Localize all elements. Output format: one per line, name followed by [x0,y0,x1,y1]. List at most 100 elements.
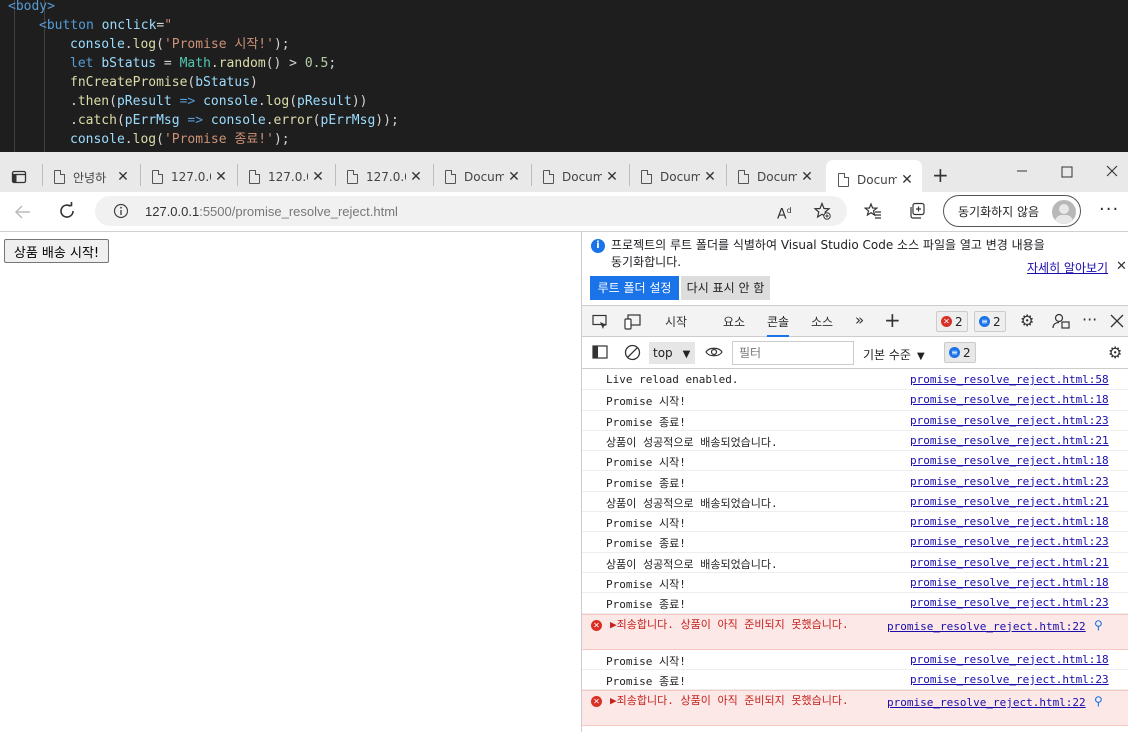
close-tab-icon[interactable]: ✕ [797,169,817,185]
code-line: <body> [8,0,55,14]
level-label: 기본 수준 [863,348,911,362]
dont-show-again-button[interactable]: 다시 표시 안 함 [681,276,770,300]
close-tab-icon[interactable]: ✕ [700,169,720,185]
start-shipping-button[interactable]: 상품 배송 시작! [4,239,109,263]
browser-tab[interactable]: 127.0.0✕ [335,163,429,191]
tab-console[interactable]: 콘솔 [767,313,790,337]
source-link[interactable]: promise_resolve_reject.html:18 [910,653,1109,666]
site-info-icon[interactable] [113,203,129,222]
close-tab-icon[interactable]: ✕ [308,169,328,185]
filter-input[interactable]: 필터 [732,341,854,365]
console-settings-icon[interactable]: ⚙ [1108,345,1122,361]
error-icon: ✕ [591,619,602,631]
read-aloud-icon[interactable]: Aⅾ [777,203,792,223]
refresh-icon[interactable] [58,202,76,223]
tab-sources[interactable]: 소스 [811,313,833,330]
browser-tab[interactable]: Docum ✕ [433,163,527,191]
tab-elements[interactable]: 요소 [723,313,745,330]
source-link[interactable]: promise_resolve_reject.html:18 [910,393,1109,406]
browser-tab[interactable]: 127.0.0✕ [140,163,234,191]
log-level-select[interactable]: 기본 수준 ▼ [863,346,925,363]
source-link[interactable]: promise_resolve_reject.html:22 [887,620,1086,633]
source-link[interactable]: promise_resolve_reject.html:18 [910,576,1109,589]
source-link[interactable]: promise_resolve_reject.html:18 [910,515,1109,528]
source-link[interactable]: promise_resolve_reject.html:21 [910,434,1109,447]
document-icon [838,173,849,187]
log-message[interactable]: ▶죄송합니다. 상품이 아직 준비되지 못했습니다. [610,694,878,707]
document-icon [543,170,554,184]
console-log-row: Promise 종료! promise_resolve_reject.html:2… [582,532,1128,553]
log-message: Live reload enabled. [606,373,739,386]
context-value: top [653,346,673,360]
more-tabs-icon[interactable]: » [855,311,864,329]
console-log-row: Live reload enabled. promise_resolve_reje… [582,370,1128,391]
message-count-badge[interactable]: ≡ 2 [974,311,1006,332]
error-count-badge[interactable]: ✕ 2 [936,311,968,332]
log-message[interactable]: ▶죄송합니다. 상품이 아직 준비되지 못했습니다. [610,618,878,631]
collections-icon[interactable] [908,202,926,223]
console-log[interactable]: Live reload enabled. promise_resolve_reje… [582,370,1128,732]
tab-title: Docum [660,170,700,184]
close-tab-icon[interactable]: ✕ [406,169,426,185]
sidebar-toggle-icon[interactable] [592,345,608,362]
source-link[interactable]: promise_resolve_reject.html:21 [910,495,1109,508]
add-favorite-icon[interactable] [813,201,831,223]
close-tab-icon[interactable]: ✕ [113,169,133,185]
source-link[interactable]: promise_resolve_reject.html:23 [910,535,1109,548]
live-expression-icon[interactable] [705,345,723,362]
code-line: console.log('Promise 시작!'); [70,37,290,52]
search-icon[interactable]: ⚲ [1094,618,1103,632]
devtools-panel: i 프로젝트의 루트 폴더를 식별하여 Visual Studio Code 소… [581,232,1128,732]
new-tab-icon[interactable]: + [932,165,949,185]
message-icon: ≡ [979,316,990,327]
device-emulation-icon[interactable] [624,314,641,333]
context-select[interactable]: top ▼ [649,342,695,364]
back-icon[interactable] [14,203,32,224]
document-icon [249,170,260,184]
close-devtools-icon[interactable] [1110,314,1124,331]
minimize-icon[interactable] [1016,164,1028,180]
feedback-icon[interactable] [1052,313,1070,332]
code-editor[interactable]: <body> <button onclick=" console.log('Prom… [0,0,1128,152]
log-message: Promise 종료! [606,476,686,490]
close-window-icon[interactable] [1106,164,1118,180]
customize-menu-icon[interactable]: ··· [1082,312,1097,328]
close-tab-icon[interactable]: ✕ [211,169,231,185]
code-line: <button onclick=" [39,18,173,33]
browser-tab[interactable]: 안녕하 ✕ [42,163,136,191]
source-link[interactable]: promise_resolve_reject.html:23 [910,596,1109,609]
tab-welcome[interactable]: 시작 [665,313,687,330]
tab-title: 127.0.0 [171,170,211,184]
search-icon[interactable]: ⚲ [1094,694,1103,708]
close-tab-icon[interactable]: ✕ [897,172,917,188]
add-tool-icon[interactable]: + [884,308,901,332]
tab-actions-icon[interactable] [11,169,27,188]
source-link[interactable]: promise_resolve_reject.html:23 [910,673,1109,686]
source-link[interactable]: promise_resolve_reject.html:21 [910,556,1109,569]
browser-tab[interactable]: Docum ✕ [726,163,820,191]
clear-console-icon[interactable] [624,344,641,364]
more-menu-icon[interactable]: ··· [1099,201,1119,219]
close-tab-icon[interactable]: ✕ [602,169,622,185]
sync-profile-button[interactable]: 동기화하지 않음 [943,195,1081,227]
browser-tab[interactable]: Docum ✕ [531,163,625,191]
log-message: Promise 시작! [606,517,686,531]
maximize-icon[interactable] [1061,165,1073,181]
console-log-row: 상품이 성공적으로 배송되었습니다. promise_resolve_reject… [582,553,1128,573]
close-banner-icon[interactable]: ✕ [1116,259,1127,274]
source-link[interactable]: promise_resolve_reject.html:23 [910,475,1109,488]
learn-more-link[interactable]: 자세히 알아보기 [1027,259,1108,276]
inspect-element-icon[interactable] [592,314,609,333]
browser-tab[interactable]: 127.0.0✕ [237,163,331,191]
source-link[interactable]: promise_resolve_reject.html:22 [887,696,1086,709]
source-link[interactable]: promise_resolve_reject.html:18 [910,454,1109,467]
settings-icon[interactable]: ⚙ [1020,313,1034,329]
source-link[interactable]: promise_resolve_reject.html:58 [910,373,1109,386]
browser-tab[interactable]: Docum ✕ [629,163,723,191]
console-log-row: Promise 종료! promise_resolve_reject.html:2… [582,411,1128,431]
source-link[interactable]: promise_resolve_reject.html:23 [910,414,1109,427]
issues-badge[interactable]: ≡ 2 [944,342,976,363]
close-tab-icon[interactable]: ✕ [504,169,524,185]
set-root-folder-button[interactable]: 루트 폴더 설정 [590,276,679,300]
favorites-icon[interactable] [863,202,882,223]
